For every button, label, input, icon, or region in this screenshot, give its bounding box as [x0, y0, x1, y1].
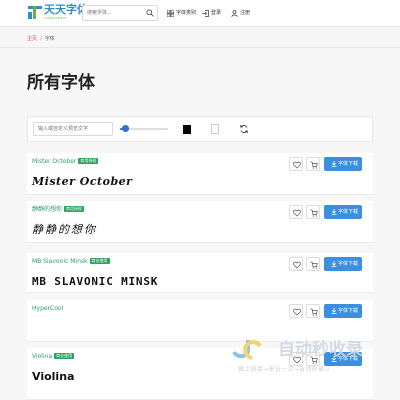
- preview-text-input[interactable]: [33, 122, 113, 136]
- download-icon: [331, 161, 337, 167]
- download-button[interactable]: 字体下载: [324, 304, 362, 318]
- font-name[interactable]: 静静的想你 商用授权: [32, 206, 85, 214]
- site-header: 天天字体 TIANTIANZITI 字体类别 登录 注册: [0, 0, 400, 27]
- heart-icon: [293, 161, 301, 169]
- search-icon[interactable]: [146, 9, 154, 17]
- favorite-button[interactable]: [289, 257, 303, 271]
- font-name-text: Violina: [32, 353, 53, 360]
- breadcrumb: 主页 / 字体: [27, 35, 55, 43]
- breadcrumb-current: 字体: [44, 36, 55, 42]
- heart-icon: [293, 261, 301, 269]
- logo-mark-icon: [28, 6, 42, 19]
- font-sample: MB SLAVONIC MINSK: [32, 275, 159, 288]
- preview-toolbar: [27, 116, 373, 142]
- font-card: MB Slavonic Minsk 商业使用 MB SLAVONIC MINSK …: [27, 253, 373, 293]
- font-sample: Violina: [32, 370, 75, 383]
- download-label: 字体下载: [338, 261, 359, 267]
- favorite-button[interactable]: [289, 157, 303, 171]
- license-badge: 商业使用: [89, 258, 110, 264]
- license-badge: 商用授权: [64, 206, 85, 212]
- site-logo[interactable]: 天天字体 TIANTIANZITI: [27, 3, 88, 23]
- download-label: 字体下载: [338, 209, 359, 215]
- font-card: HyperCool 字体下载: [27, 300, 373, 342]
- watermark: 自动秒收录 做上链接→来访一次→自动收录→: [230, 338, 390, 378]
- download-icon: [331, 261, 337, 267]
- nav-label: 登录: [211, 10, 222, 16]
- nav-login[interactable]: 登录: [202, 9, 226, 18]
- logo-subtitle: TIANTIANZITI: [44, 16, 68, 20]
- nav-label: 注册: [240, 10, 251, 16]
- download-label: 字体下载: [338, 308, 359, 314]
- grid-icon: [167, 10, 174, 17]
- cart-icon: [310, 308, 318, 316]
- nav-font-categories[interactable]: 字体类别: [167, 9, 203, 18]
- divider: [0, 47, 400, 48]
- download-icon: [331, 308, 337, 314]
- font-name[interactable]: HyperCool: [32, 305, 63, 313]
- breadcrumb-home[interactable]: 主页: [27, 36, 37, 42]
- user-icon: [231, 10, 238, 17]
- refresh-icon[interactable]: [239, 124, 249, 134]
- favorite-button[interactable]: [289, 205, 303, 219]
- add-to-cart-button[interactable]: [306, 304, 320, 318]
- background-color-picker[interactable]: [211, 124, 219, 134]
- search-input[interactable]: [83, 6, 145, 20]
- font-name-text: HyperCool: [32, 305, 64, 312]
- download-label: 字体下载: [338, 161, 359, 167]
- font-name[interactable]: Mister October 商用授权: [32, 158, 99, 166]
- font-name[interactable]: Violina 商业使用: [32, 353, 75, 361]
- add-to-cart-button[interactable]: [306, 205, 320, 219]
- license-badge: 商用授权: [78, 158, 99, 164]
- font-name-text: 静静的想你: [32, 206, 63, 213]
- font-card: Mister October 商用授权 Mister October 字体下载: [27, 153, 373, 195]
- font-sample: Mister October: [32, 175, 133, 188]
- slider-handle[interactable]: [122, 125, 129, 132]
- download-icon: [331, 209, 337, 215]
- heart-icon: [293, 209, 301, 217]
- watermark-subtitle: 做上链接→来访一次→自动收录→: [238, 366, 330, 373]
- nav-label: 字体类别: [176, 10, 197, 16]
- page-title: 所有字体: [27, 73, 95, 93]
- download-button[interactable]: 字体下载: [324, 205, 362, 219]
- font-size-slider[interactable]: [120, 125, 168, 132]
- watermark-logo-icon: [232, 340, 262, 360]
- license-badge: 商业使用: [54, 353, 75, 359]
- font-name-text: MB Slavonic Minsk: [32, 258, 88, 265]
- download-button[interactable]: 字体下载: [324, 157, 362, 171]
- heart-icon: [293, 308, 301, 316]
- download-button[interactable]: 字体下载: [324, 257, 362, 271]
- text-color-picker[interactable]: [183, 125, 191, 134]
- cart-icon: [310, 261, 318, 269]
- breadcrumb-separator: /: [40, 36, 42, 42]
- font-name-text: Mister October: [32, 158, 77, 165]
- cart-icon: [310, 161, 318, 169]
- search-box: [82, 5, 158, 21]
- nav-register[interactable]: 注册: [231, 9, 255, 18]
- add-to-cart-button[interactable]: [306, 257, 320, 271]
- watermark-title: 自动秒收录: [278, 340, 363, 360]
- login-icon: [202, 10, 209, 17]
- cart-icon: [310, 209, 318, 217]
- favorite-button[interactable]: [289, 304, 303, 318]
- font-card: 静静的想你 商用授权 静静的想你 字体下载: [27, 201, 373, 243]
- font-sample: 静静的想你: [32, 223, 97, 236]
- font-name[interactable]: MB Slavonic Minsk 商业使用: [32, 258, 110, 266]
- add-to-cart-button[interactable]: [306, 157, 320, 171]
